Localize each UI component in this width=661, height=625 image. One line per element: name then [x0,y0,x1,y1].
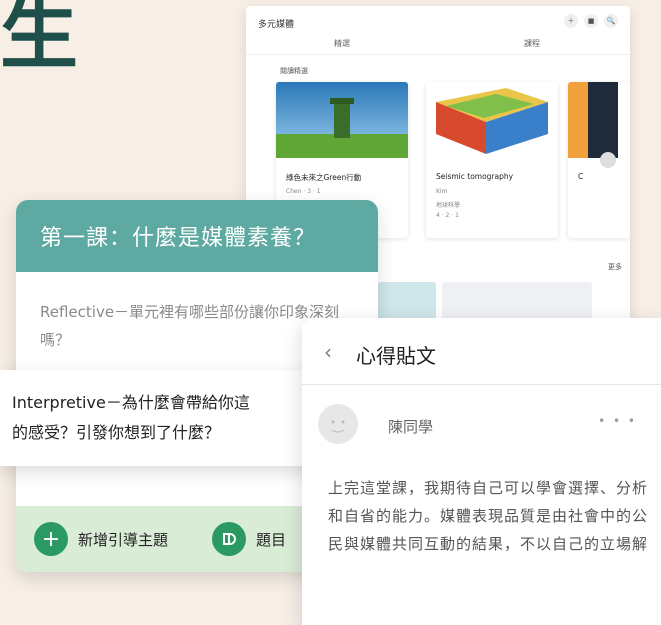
media-card-partial[interactable]: C [568,82,630,238]
seismic-block-thumbnail [426,82,558,158]
reflection-post-panel: ‹ 心得貼文 陳同學 • • • 上完這堂課，我期待自己可以學會選擇、分析和自省… [302,318,661,625]
add-icon[interactable]: ＋ [564,14,578,28]
card-title: C [578,172,584,181]
post-title: 心得貼文 [356,344,436,368]
more-options-icon[interactable]: • • • [598,414,637,428]
add-topic-button[interactable]: + 新增引導主題 [34,522,168,556]
hero-heading-fragment: 生 [0,0,78,80]
post-body: 上完這堂課，我期待自己可以學會選擇、分析和自省的能力。媒體表現品質是由社會中的公… [328,479,649,553]
add-topic-label: 新增引導主題 [78,530,169,549]
plus-icon: + [34,522,68,556]
poster-thumbnail [568,82,630,158]
text-fade [302,565,661,625]
interpretive-line-2: 的感受？引發你想到了什麼？ [12,423,221,442]
interpretive-question: Interpretive－為什麼會帶給你這 的感受？引發你想到了什麼？ [12,388,312,448]
card-title: 綠色未來之Green行動 [286,173,362,182]
tab-courses[interactable]: 課程 [524,38,540,49]
reflective-question: Reflective－單元裡有哪些部份讓你印象深刻嗎？ [40,303,340,349]
card-meta: Chen · 3 · 1 [286,188,321,195]
window-toolbar: ＋ ■ 🔍 [564,14,618,28]
card-meta: 4 · 2 · 1 [436,212,459,219]
question-bank-button[interactable]: 題目 [212,522,286,556]
book-icon [212,522,246,556]
carousel-next-button[interactable] [600,152,616,168]
interpretive-card: Interpretive－為什麼會帶給你這 的感受？引發你想到了什麼？ [0,370,320,466]
see-all-link[interactable]: 更多 [608,262,622,272]
back-chevron-icon[interactable]: ‹ [324,340,332,364]
card-meta: Kim [436,188,448,195]
media-card-seismic[interactable]: Seismic tomography Kim 地球科學 4 · 2 · 1 [426,82,558,238]
stop-icon[interactable]: ■ [584,14,598,28]
card-title: Seismic tomography [436,172,514,181]
lesson-title: 第一課：什麼是媒體素養？ [16,200,378,272]
question-bank-label: 題目 [256,530,287,549]
card-meta: 地球科學 [436,202,461,209]
search-icon[interactable]: 🔍 [604,14,618,28]
avatar [318,404,358,444]
author-name: 陳同學 [388,418,434,436]
interpretive-line-1: Interpretive－為什麼會帶給你這 [12,393,250,412]
green-landscape-thumbnail [276,82,408,158]
window-tabs: 精選 課程 [246,38,630,55]
window-title: 多元媒體 [258,20,295,30]
tab-featured[interactable]: 精選 [334,38,350,49]
section-label: 閱讀精選 [280,67,308,75]
post-header: ‹ 心得貼文 [302,318,661,385]
